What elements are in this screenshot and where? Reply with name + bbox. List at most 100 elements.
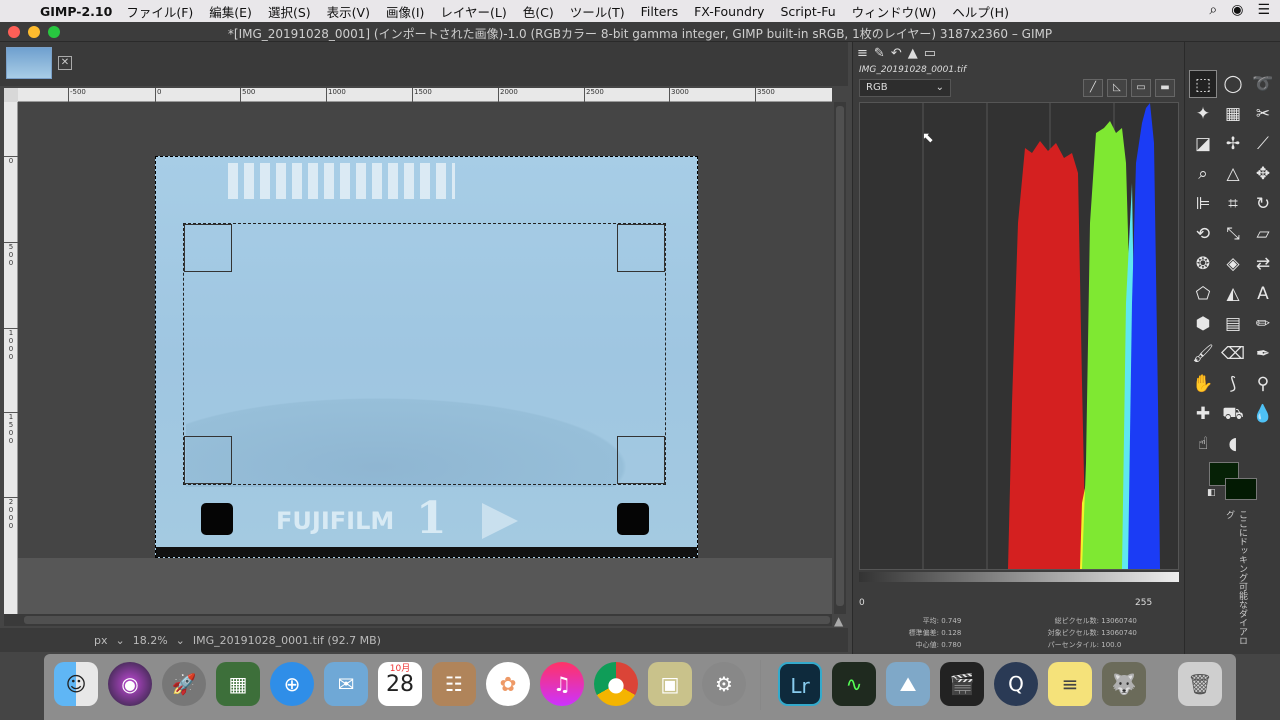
warp-tool-icon[interactable]: ❂ [1189, 250, 1217, 278]
range-low-input[interactable]: 0 [859, 598, 905, 612]
lightroom-icon[interactable]: Lr [778, 662, 822, 706]
menu-help[interactable]: ヘルプ(H) [952, 2, 1009, 21]
histogram-tab-icon[interactable]: ▲ [908, 46, 918, 61]
menu-script-fu[interactable]: Script-Fu [780, 4, 835, 19]
photos-icon[interactable]: ✿ [486, 662, 530, 706]
select-by-color-tool-icon[interactable]: ▦ [1219, 100, 1247, 128]
contacts-icon[interactable]: ☷ [432, 662, 476, 706]
final-cut-icon[interactable]: 🎬 [940, 662, 984, 706]
menu-image[interactable]: 画像(I) [386, 2, 424, 21]
images-tab-icon[interactable]: ▭ [924, 46, 936, 61]
histogram-graph[interactable] [859, 102, 1179, 570]
menu-view[interactable]: 表示(V) [327, 2, 370, 21]
gimp-icon[interactable]: 🐺 [1102, 662, 1146, 706]
app-name[interactable]: GIMP-2.10 [40, 4, 112, 19]
horizontal-scrollbar[interactable] [4, 614, 832, 626]
range-high-input[interactable]: 255 [1135, 598, 1179, 612]
gradient-tool-icon[interactable]: ▤ [1219, 310, 1247, 338]
layers-tab-icon[interactable]: ≡ [857, 46, 868, 61]
horizontal-scroll-thumb[interactable] [24, 616, 830, 624]
preview-icon[interactable]: ▣ [648, 662, 692, 706]
scale-tool-icon[interactable]: ⤡ [1219, 220, 1247, 248]
menu-colors[interactable]: 色(C) [523, 2, 554, 21]
quicktime-icon[interactable]: Q [994, 662, 1038, 706]
move-tool-icon[interactable]: ✥ [1249, 160, 1277, 188]
mission-control-icon[interactable]: ▦ [216, 662, 260, 706]
blur-tool-icon[interactable]: 💧 [1249, 400, 1277, 428]
film-negative-image[interactable]: FUJIFILM 1 [155, 156, 698, 558]
launchpad-icon[interactable]: 🚀 [162, 662, 206, 706]
paths-tool-icon[interactable]: ✢ [1219, 130, 1247, 158]
foreground-select-tool-icon[interactable]: ◪ [1189, 130, 1217, 158]
unified-transform-tool-icon[interactable]: ⟲ [1189, 220, 1217, 248]
menu-file[interactable]: ファイル(F) [126, 2, 193, 21]
measure-tool-icon[interactable]: △ [1219, 160, 1247, 188]
scissors-tool-icon[interactable]: ✂ [1249, 100, 1277, 128]
heal-tool-icon[interactable]: ✚ [1189, 400, 1217, 428]
channel-select[interactable]: RGB ⌄ [859, 79, 951, 97]
perspective-tool-icon[interactable]: ◈ [1219, 250, 1247, 278]
eraser-tool-icon[interactable]: ⌫ [1219, 340, 1247, 368]
itunes-icon[interactable]: ♫ [540, 662, 584, 706]
linear-scale-button[interactable]: ╱ [1083, 79, 1103, 97]
menu-edit[interactable]: 編集(E) [209, 2, 252, 21]
menu-fx-foundry[interactable]: FX-Foundry [694, 4, 764, 19]
paint-fill-tool-icon[interactable]: ⬢ [1189, 310, 1217, 338]
brushes-tab-icon[interactable]: ✎ [874, 46, 885, 61]
paintbrush-tool-icon[interactable]: 🖌 [1189, 340, 1217, 368]
pencil-tool-icon[interactable]: ✏ [1249, 310, 1277, 338]
mail-icon[interactable]: ✉ [324, 662, 368, 706]
shear-tool-icon[interactable]: ▱ [1249, 220, 1277, 248]
spotlight-search-icon[interactable]: ⌕ [1209, 2, 1217, 18]
menu-layer[interactable]: レイヤー(L) [440, 2, 506, 21]
finder-icon[interactable]: ☺ [54, 662, 98, 706]
clone-tool-icon[interactable]: ⚲ [1249, 370, 1277, 398]
flip-tool-icon[interactable]: ⇄ [1249, 250, 1277, 278]
ellipse-select-tool-icon[interactable]: ◯ [1219, 70, 1247, 98]
color-picker-tool-icon[interactable]: ⟋ [1249, 130, 1277, 158]
histogram-mode-icon[interactable]: ▬ [1155, 79, 1175, 97]
crop-tool-icon[interactable]: ⌗ [1219, 190, 1247, 218]
image-canvas[interactable]: FUJIFILM 1 [18, 102, 832, 614]
calendar-icon[interactable]: 10月 28 [378, 662, 422, 706]
selection-marquee[interactable] [183, 223, 666, 485]
menu-tools[interactable]: ツール(T) [570, 2, 625, 21]
smudge-tool-icon[interactable]: ☝ [1189, 430, 1217, 458]
histogram-mode-icon[interactable]: ▭ [1131, 79, 1151, 97]
rotate-tool-icon[interactable]: ↻ [1249, 190, 1277, 218]
vertical-ruler[interactable]: 0 5 0 0 1 0 0 0 1 5 0 0 2 0 0 0 [4, 102, 18, 614]
align-tool-icon[interactable]: ⊫ [1189, 190, 1217, 218]
mypaint-brush-tool-icon[interactable]: ⟆ [1219, 370, 1247, 398]
unit-selector[interactable]: px [94, 634, 108, 647]
ruler-corner-button[interactable] [4, 88, 18, 102]
siri-icon[interactable]: ◉ [1231, 2, 1243, 18]
close-tab-icon[interactable]: ✕ [58, 56, 72, 70]
bucket-fill-tool-icon[interactable]: ◭ [1219, 280, 1247, 308]
free-select-tool-icon[interactable]: ➰ [1249, 70, 1277, 98]
zoom-selector[interactable]: 18.2% [133, 634, 168, 647]
menu-filters[interactable]: Filters [641, 4, 678, 19]
image-capture-icon[interactable]: ⛰ [886, 662, 930, 706]
undo-history-tab-icon[interactable]: ↶ [891, 46, 902, 61]
menu-select[interactable]: 選択(S) [268, 2, 311, 21]
reset-colors-icon[interactable]: ◧ [1207, 488, 1219, 500]
dodge-burn-tool-icon[interactable]: ◖ [1219, 430, 1247, 458]
notes-icon[interactable]: ≡ [1048, 662, 1092, 706]
value-gradient-bar[interactable] [859, 572, 1179, 582]
vertical-scroll-thumb[interactable] [836, 106, 844, 606]
vertical-scrollbar[interactable] [834, 102, 846, 614]
zoom-tool-icon[interactable]: ⌕ [1189, 160, 1217, 188]
airbrush-tool-icon[interactable]: ✒ [1249, 340, 1277, 368]
cage-transform-tool-icon[interactable]: ⬠ [1189, 280, 1217, 308]
notification-center-icon[interactable]: ☰ [1257, 2, 1270, 18]
background-color-swatch[interactable] [1225, 478, 1257, 500]
image-tab-thumbnail[interactable] [6, 47, 52, 79]
system-preferences-icon[interactable]: ⚙ [702, 662, 746, 706]
text-tool-icon[interactable]: A [1249, 280, 1277, 308]
fuzzy-select-tool-icon[interactable]: ✦ [1189, 100, 1217, 128]
horizontal-ruler[interactable]: -500 0 500 1000 1500 2000 2500 3000 3500 [18, 88, 832, 102]
chevron-down-icon[interactable]: ⌄ [116, 634, 125, 647]
menu-windows[interactable]: ウィンドウ(W) [852, 2, 937, 21]
chevron-down-icon[interactable]: ⌄ [176, 634, 185, 647]
navigate-icon[interactable]: ▲ [834, 614, 848, 628]
